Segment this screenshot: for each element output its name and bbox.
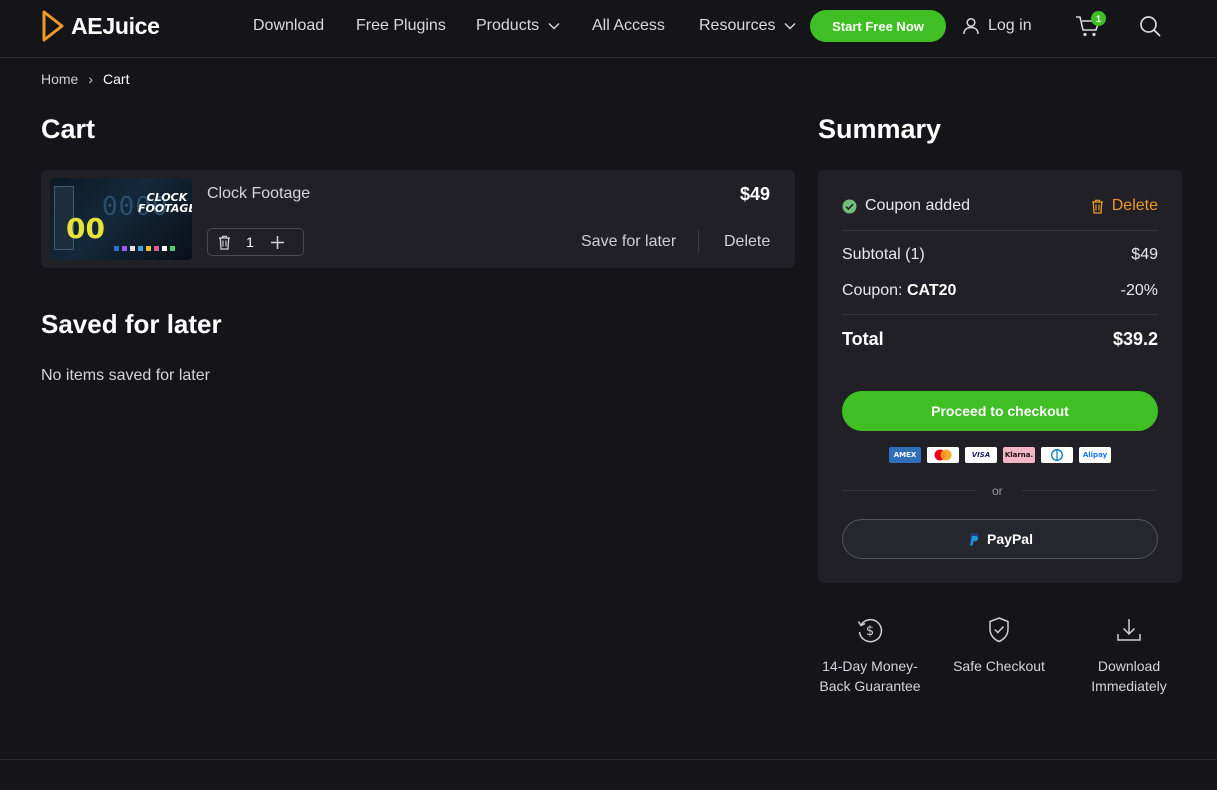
plus-icon[interactable] [270, 235, 285, 250]
alipay-icon: Alipay [1079, 447, 1111, 463]
breadcrumb: Home › Cart [41, 71, 129, 87]
nav-all-access[interactable]: All Access [592, 0, 665, 52]
coupon-status: Coupon added Delete [842, 197, 1158, 217]
thumbnail-big-number: 00 [66, 212, 105, 245]
summary-title: Summary [818, 114, 942, 144]
save-for-later-link[interactable]: Save for later [581, 233, 676, 251]
cart-item: 0000 CLOCK FOOTAGE 00 Clock Footage $49 … [41, 170, 795, 268]
cart-title: Cart [41, 114, 96, 144]
download-icon [1117, 619, 1141, 641]
chevron-down-icon [784, 22, 796, 30]
klarna-icon: Klarna. [1003, 447, 1035, 463]
paypal-label: PayPal [987, 531, 1033, 547]
money-back-icon: $ [857, 618, 883, 643]
or-separator: or [992, 484, 1003, 498]
divider [842, 230, 1158, 231]
trash-icon [1091, 199, 1103, 214]
divider [698, 230, 699, 252]
feature-money-back: $ 14-Day Money- Back Guarantee [815, 616, 925, 696]
coupon-label: Coupon: [842, 282, 903, 299]
divider [842, 314, 1158, 315]
amex-icon: AMEX [889, 447, 921, 463]
nav-products[interactable]: Products [476, 0, 560, 52]
user-icon [963, 17, 979, 35]
nav-download[interactable]: Download [253, 0, 324, 52]
item-price: $49 [739, 184, 770, 204]
mastercard-icon [927, 447, 959, 463]
feature-safe-checkout-label: Safe Checkout [953, 658, 1045, 674]
cart-count-badge: 1 [1091, 11, 1106, 26]
nav-free-plugins[interactable]: Free Plugins [356, 0, 446, 52]
item-name[interactable]: Clock Footage [207, 185, 310, 203]
nav-products-label: Products [476, 17, 540, 34]
thumbnail-title: CLOCK FOOTAGE [138, 192, 192, 214]
shield-check-icon [989, 617, 1009, 643]
quantity-value[interactable]: 1 [244, 234, 256, 250]
total-value: $39.2 [1112, 329, 1158, 349]
search-icon[interactable] [1139, 15, 1161, 37]
feature-money-back-line2: Back Guarantee [819, 678, 921, 694]
logo[interactable]: AEJuice [41, 10, 160, 42]
site-header: AEJuice Download Free Plugins Products A… [0, 0, 1217, 58]
login-label: Log in [988, 17, 1032, 34]
saved-for-later-title: Saved for later [41, 309, 222, 339]
coupon-code: CAT20 [906, 282, 957, 299]
subtotal-row: Subtotal (1) $49 [842, 246, 1158, 264]
coupon-added-label: Coupon added [865, 197, 970, 214]
visa-icon: VISA [965, 447, 997, 463]
saved-empty-message: No items saved for later [41, 367, 210, 384]
thumbnail-icon-strip [114, 246, 175, 251]
order-summary: Coupon added Delete Subtotal (1) $49 Cou… [818, 170, 1182, 583]
feature-money-back-line1: 14-Day Money- [822, 658, 918, 674]
nav-resources[interactable]: Resources [699, 0, 796, 52]
login-link[interactable]: Log in [962, 0, 1032, 52]
feature-download-line1: Download [1097, 658, 1161, 674]
svg-text:$: $ [866, 624, 874, 639]
delete-coupon-label: Delete [1111, 197, 1158, 214]
logo-text: AEJuice [71, 12, 160, 39]
divider [1022, 490, 1156, 491]
paypal-icon [969, 533, 979, 546]
start-free-now-button[interactable]: Start Free Now [810, 10, 946, 42]
footer-divider [0, 759, 1217, 760]
nav-all-access-label: All Access [592, 17, 665, 34]
breadcrumb-home[interactable]: Home [41, 71, 78, 87]
proceed-to-checkout-button[interactable]: Proceed to checkout [842, 391, 1158, 431]
total-row: Total $39.2 [842, 329, 1158, 350]
nav-download-label: Download [253, 17, 325, 34]
chevron-down-icon [548, 22, 560, 30]
paypal-button[interactable]: PayPal [842, 519, 1158, 559]
delete-coupon-button[interactable]: Delete [1091, 197, 1158, 215]
coupon-row: Coupon: CAT20 -20% [842, 282, 1158, 300]
payment-methods: AMEX VISA Klarna. Alipay [889, 447, 1111, 463]
delete-item-link[interactable]: Delete [724, 233, 770, 251]
logo-icon [42, 10, 64, 42]
diners-icon [1041, 447, 1073, 463]
product-thumbnail[interactable]: 0000 CLOCK FOOTAGE 00 [50, 178, 192, 260]
trash-icon[interactable] [218, 235, 231, 250]
feature-safe-checkout: Safe Checkout [944, 616, 1054, 676]
thumbnail-title-line2: FOOTAGE [138, 202, 192, 215]
nav-resources-label: Resources [699, 17, 776, 34]
breadcrumb-current: Cart [103, 71, 130, 87]
total-label: Total [842, 329, 884, 349]
coupon-value: -20% [1120, 282, 1158, 299]
breadcrumb-separator: › [88, 71, 94, 87]
subtotal-label: Subtotal (1) [842, 246, 925, 263]
quantity-stepper: 1 [207, 228, 304, 256]
divider [842, 490, 976, 491]
feature-download-immediately: Download Immediately [1074, 616, 1184, 696]
nav-free-plugins-label: Free Plugins [356, 17, 446, 34]
subtotal-value: $49 [1131, 246, 1158, 263]
check-circle-icon [842, 199, 857, 214]
feature-download-line2: Immediately [1091, 678, 1167, 694]
